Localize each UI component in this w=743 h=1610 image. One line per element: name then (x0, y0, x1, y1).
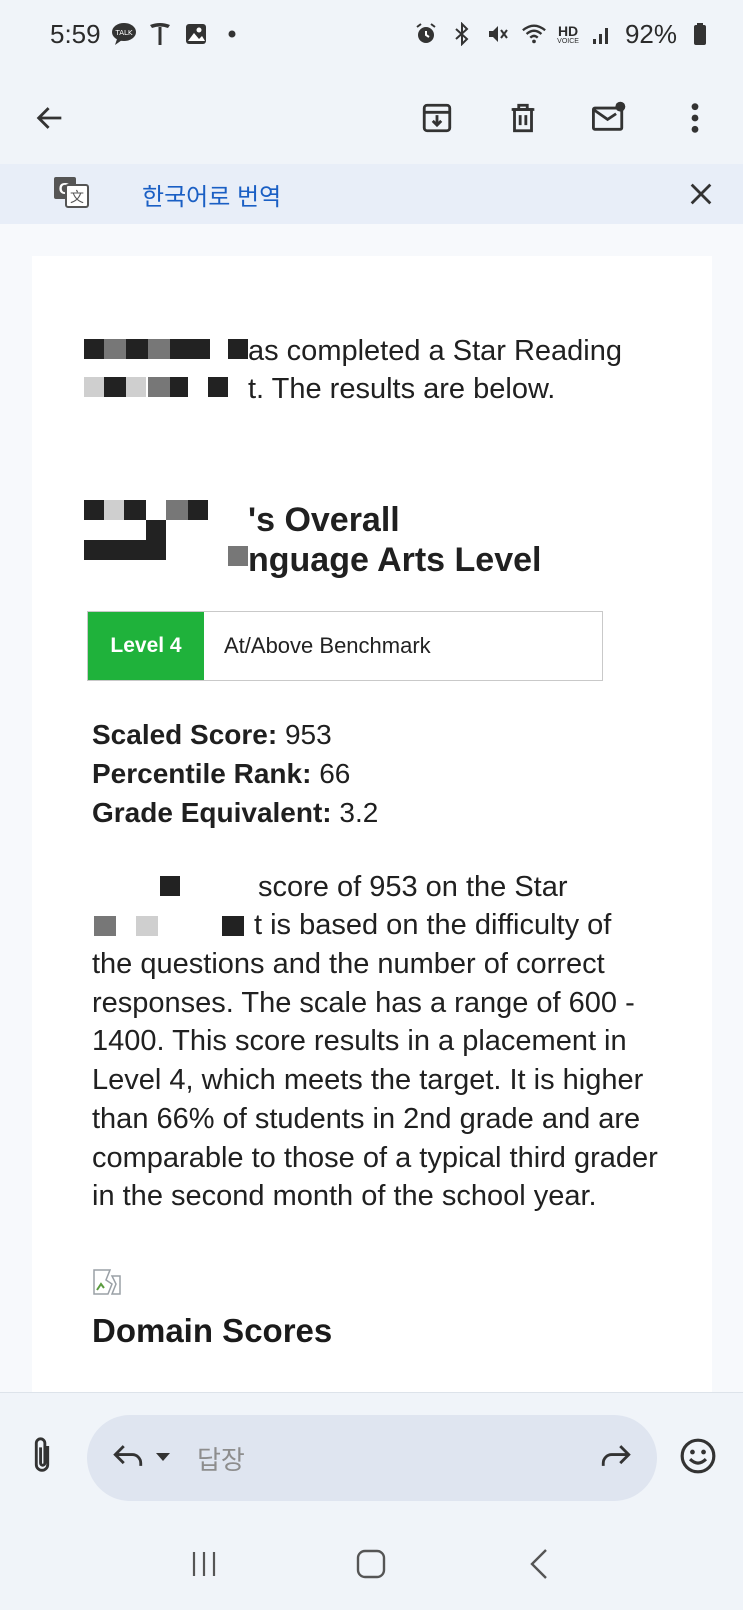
close-icon[interactable] (681, 174, 721, 214)
hd-voice-icon: HD VOICE (557, 24, 579, 45)
score-row: Grade Equivalent: 3.2 (92, 793, 378, 832)
redacted-block (188, 500, 208, 520)
broken-image-icon (92, 1268, 122, 1296)
battery-icon (687, 21, 713, 47)
delete-icon[interactable] (503, 98, 543, 138)
dot-icon (219, 21, 245, 47)
more-vert-icon[interactable] (675, 98, 715, 138)
signal-icon (589, 21, 615, 47)
attach-icon[interactable] (22, 1436, 62, 1476)
talk-icon: TALK (111, 21, 137, 47)
score-value: 953 (277, 719, 332, 750)
redacted-block (126, 377, 146, 397)
reply-bar: 답장 (0, 1392, 743, 1518)
voice-label: VOICE (557, 37, 579, 45)
score-value: 3.2 (331, 797, 379, 828)
mute-icon (485, 21, 511, 47)
redacted-block (148, 339, 170, 359)
redacted-block (84, 540, 166, 560)
translate-icon: G文 (52, 175, 90, 214)
redacted-block (146, 520, 166, 540)
score-list: Scaled Score: 953 Percentile Rank: 66 Gr… (92, 715, 378, 832)
dropdown-icon[interactable] (155, 1449, 171, 1467)
score-value: 66 (311, 758, 351, 789)
clock: 5:59 (50, 18, 101, 49)
score-label: Percentile Rank: (92, 758, 312, 789)
redacted-block (170, 377, 188, 397)
system-nav-bar (0, 1518, 743, 1610)
intro-line-1: as completed a Star Reading (248, 335, 622, 367)
redacted-block (228, 546, 248, 566)
recents-icon[interactable] (184, 1544, 224, 1584)
translate-bar: G文 한국어로 번역 (0, 164, 743, 224)
svg-text:文: 文 (70, 190, 84, 206)
para-line-1: score of 953 on the Star (258, 871, 568, 903)
score-row: Percentile Rank: 66 (92, 754, 378, 793)
intro-line-2: t. The results are below. (248, 373, 556, 405)
redacted-block (208, 377, 228, 397)
email-body: as completed a Star Reading t. The resul… (0, 224, 743, 1392)
redacted-block (94, 916, 116, 936)
back-icon[interactable] (519, 1544, 559, 1584)
home-icon[interactable] (351, 1544, 391, 1584)
redacted-block (104, 500, 124, 520)
redacted-block (166, 500, 188, 520)
redacted-block (170, 339, 210, 359)
redacted-block (136, 916, 158, 936)
redacted-block (104, 339, 126, 359)
status-bar-left: 5:59 TALK (50, 19, 245, 50)
reply-input[interactable]: 답장 (87, 1415, 657, 1501)
gallery-icon (183, 21, 209, 47)
bluetooth-icon (449, 21, 475, 47)
heading-line-1: 's Overall (248, 501, 400, 539)
redacted-block (228, 339, 248, 359)
alarm-icon (413, 21, 439, 47)
status-bar: 5:59 TALK HD VOICE 92% (0, 0, 743, 68)
redacted-block (148, 377, 170, 397)
mark-unread-icon[interactable] (589, 98, 629, 138)
redacted-block (124, 500, 146, 520)
level-description: At/Above Benchmark (224, 633, 431, 658)
hd-label: HD (557, 22, 579, 39)
back-arrow-icon[interactable] (30, 98, 70, 138)
reply-placeholder: 답장 (197, 1444, 245, 1475)
app-bar-actions (417, 98, 715, 138)
translate-korean-link[interactable]: 한국어로 번역 (142, 177, 681, 212)
redacted-block (84, 339, 104, 359)
domain-scores-heading: Domain Scores (92, 1312, 333, 1349)
forward-icon[interactable] (599, 1441, 633, 1476)
tesla-icon (147, 21, 173, 47)
heading-line-2: nguage Arts Level (248, 541, 542, 579)
score-explanation: the questions and the number of correct … (92, 948, 658, 1213)
wifi-icon (521, 21, 547, 47)
redacted-block (104, 377, 126, 397)
score-label: Scaled Score: (92, 719, 278, 750)
status-bar-right: HD VOICE 92% (413, 19, 713, 50)
redacted-block (84, 500, 104, 520)
redacted-block (126, 339, 148, 359)
para-line-2: t is based on the difficulty of (254, 909, 612, 941)
level-box: Level 4 At/Above Benchmark (87, 611, 603, 681)
redacted-block (84, 377, 104, 397)
archive-icon[interactable] (417, 98, 457, 138)
emoji-icon[interactable] (678, 1436, 718, 1476)
redacted-block (222, 916, 244, 936)
score-label: Grade Equivalent: (92, 797, 332, 828)
battery-percent: 92% (624, 18, 677, 49)
svg-text:TALK: TALK (114, 29, 132, 37)
reply-icon[interactable] (111, 1441, 145, 1476)
score-row: Scaled Score: 953 (92, 715, 378, 754)
redacted-block (160, 876, 180, 896)
app-bar (0, 68, 743, 168)
level-badge: Level 4 (88, 612, 204, 680)
